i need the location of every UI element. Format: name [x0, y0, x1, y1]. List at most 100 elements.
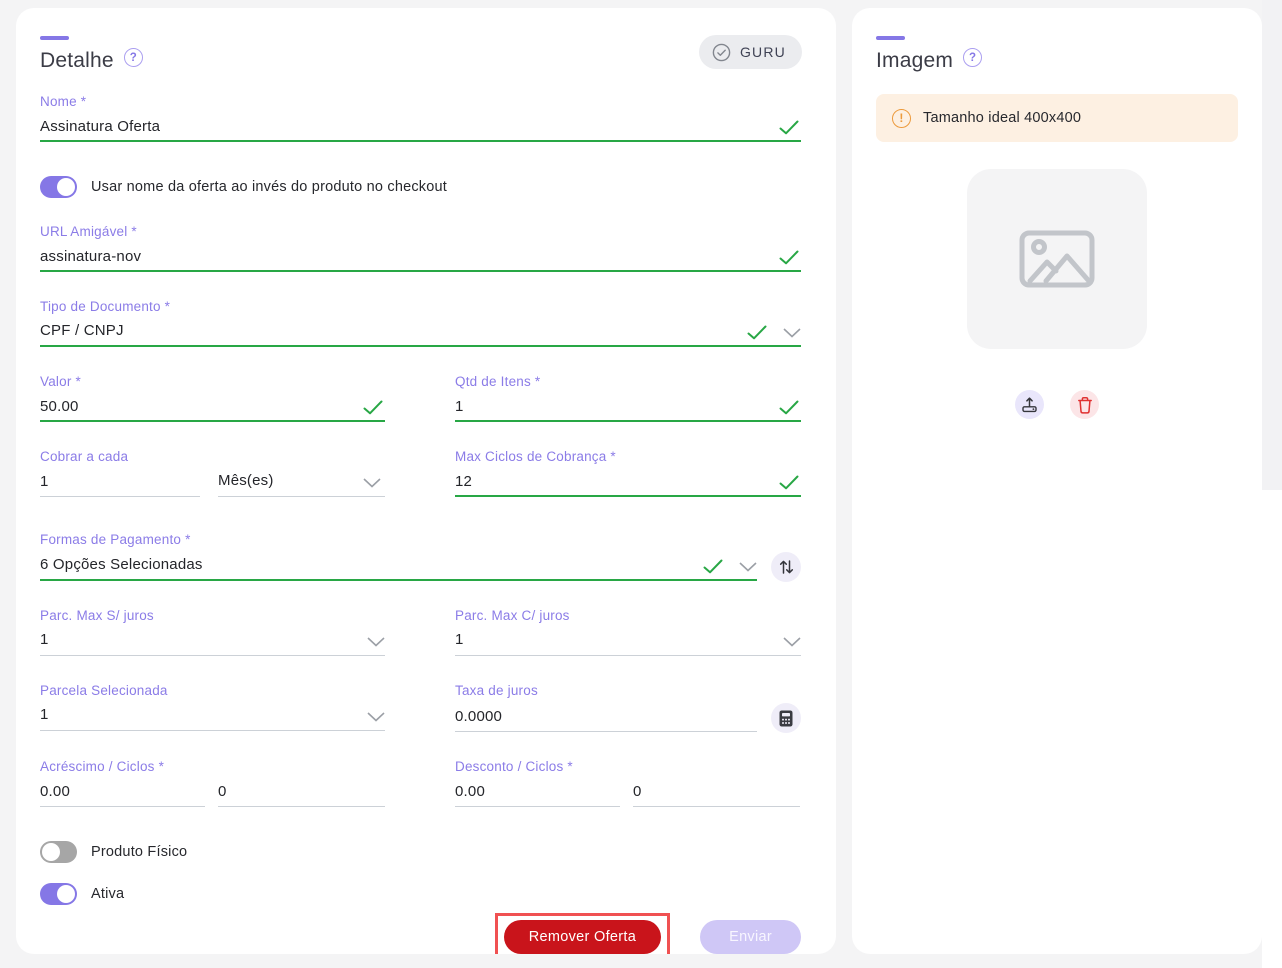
delete-image-button[interactable] [1070, 390, 1099, 419]
cobrar-a-cada-input[interactable] [40, 469, 200, 494]
field-formas-pagamento: Formas de Pagamento * 6 Opções Seleciona… [40, 532, 801, 581]
field-label: Tipo de Documento * [40, 299, 801, 314]
formas-pagamento-select[interactable]: 6 Opções Selecionadas [40, 553, 757, 581]
toggle-row-produto-fisico: Produto Físico [40, 841, 801, 863]
select-value: 1 [40, 703, 385, 728]
chevron-down-icon [739, 562, 757, 572]
toggle-knob [57, 885, 75, 903]
valid-check-icon [779, 120, 799, 135]
field-url-amigavel: URL Amigável * [40, 224, 801, 272]
valor-input[interactable] [40, 394, 385, 419]
image-placeholder-icon [1019, 230, 1095, 288]
detail-card: Detalhe ? GURU Nome * Usar nome da ofert… [16, 8, 836, 954]
field-nome: Nome * [40, 94, 801, 142]
valid-check-icon [363, 400, 383, 415]
toggle-knob [57, 178, 75, 196]
field-label: Parc. Max C/ juros [455, 608, 801, 623]
taxa-juros-input[interactable] [455, 704, 757, 729]
field-label: Taxa de juros [455, 683, 801, 698]
ativa-toggle[interactable] [40, 883, 77, 905]
max-ciclos-input[interactable] [455, 469, 801, 494]
toggle-knob [42, 843, 60, 861]
valid-check-icon [703, 559, 723, 574]
field-label: Formas de Pagamento * [40, 532, 801, 547]
field-label: Nome * [40, 94, 801, 109]
guru-badge-label: GURU [740, 44, 786, 60]
field-label: Acréscimo / Ciclos * [40, 759, 385, 774]
field-parc-max-com-juros: Parc. Max C/ juros 1 [455, 608, 801, 656]
field-valor: Valor * [40, 374, 385, 422]
url-amigavel-input[interactable] [40, 244, 801, 269]
qtd-itens-input[interactable] [455, 394, 801, 419]
enviar-button[interactable]: Enviar [700, 920, 801, 954]
select-value: 1 [40, 628, 385, 653]
scrollbar-thumb[interactable] [1262, 0, 1282, 490]
alert-text: Tamanho ideal 400x400 [923, 110, 1081, 126]
acrescimo-ciclos-input[interactable] [218, 779, 385, 804]
image-size-alert: ! Tamanho ideal 400x400 [876, 94, 1238, 142]
field-label: URL Amigável * [40, 224, 801, 239]
valid-check-icon [747, 325, 767, 340]
select-value: CPF / CNPJ [40, 319, 801, 344]
detail-card-title: Detalhe [40, 49, 114, 73]
chevron-down-icon [363, 478, 381, 488]
info-icon: ! [892, 109, 911, 128]
image-upload-placeholder[interactable] [967, 169, 1147, 349]
select-value: 6 Opções Selecionadas [40, 553, 757, 578]
field-parc-max-sem-juros: Parc. Max S/ juros 1 [40, 608, 385, 656]
toggle-row-usar-nome: Usar nome da oferta ao invés do produto … [40, 176, 801, 198]
check-circle-icon [712, 43, 731, 62]
acrescimo-valor-input[interactable] [40, 779, 205, 804]
field-label: Qtd de Itens * [455, 374, 801, 389]
help-icon[interactable]: ? [124, 48, 143, 67]
usar-nome-toggle[interactable] [40, 176, 77, 198]
calculate-interest-button[interactable] [771, 703, 801, 733]
valid-check-icon [779, 400, 799, 415]
field-label: Desconto / Ciclos * [455, 759, 801, 774]
desconto-valor-input[interactable] [455, 779, 620, 804]
chevron-down-icon [783, 328, 801, 338]
title-accent-dash [876, 36, 905, 40]
annotation-highlight-box: Remover Oferta [495, 913, 670, 954]
chevron-down-icon [367, 712, 385, 722]
image-card-title: Imagem [876, 49, 953, 73]
field-cobrar-a-cada: Cobrar a cada Mês(es) [40, 449, 385, 497]
toggle-label: Produto Físico [91, 844, 187, 860]
image-card: Imagem ? ! Tamanho ideal 400x400 [852, 8, 1262, 954]
toggle-row-ativa: Ativa [40, 883, 801, 905]
field-label: Parc. Max S/ juros [40, 608, 385, 623]
periodo-select[interactable]: Mês(es) [218, 469, 385, 497]
field-label: Max Ciclos de Cobrança * [455, 449, 801, 464]
calculator-icon [779, 710, 793, 727]
parc-max-com-juros-select[interactable]: 1 [455, 628, 801, 656]
chevron-down-icon [367, 637, 385, 647]
page-scrollbar[interactable] [1262, 0, 1282, 968]
field-parcela-selecionada: Parcela Selecionada 1 [40, 683, 385, 732]
help-icon[interactable]: ? [963, 48, 982, 67]
remover-oferta-button[interactable]: Remover Oferta [504, 920, 661, 954]
select-value: Mês(es) [218, 469, 385, 494]
field-qtd-itens: Qtd de Itens * [455, 374, 801, 422]
field-label: Parcela Selecionada [40, 683, 385, 698]
valid-check-icon [779, 250, 799, 265]
desconto-ciclos-input[interactable] [633, 779, 800, 804]
field-acrescimo-ciclos: Acréscimo / Ciclos * [40, 759, 385, 807]
toggle-label: Usar nome da oferta ao invés do produto … [91, 179, 447, 195]
field-label: Valor * [40, 374, 385, 389]
parcela-selecionada-select[interactable]: 1 [40, 703, 385, 731]
tipo-documento-select[interactable]: CPF / CNPJ [40, 319, 801, 347]
guru-badge: GURU [699, 35, 802, 69]
field-desconto-ciclos: Desconto / Ciclos * [455, 759, 801, 807]
valid-check-icon [779, 475, 799, 490]
upload-image-button[interactable] [1015, 390, 1044, 419]
sort-arrows-icon [779, 559, 794, 575]
chevron-down-icon [783, 637, 801, 647]
parc-max-sem-juros-select[interactable]: 1 [40, 628, 385, 656]
field-taxa-juros: Taxa de juros [455, 683, 801, 732]
sort-payment-methods-button[interactable] [771, 552, 801, 582]
nome-input[interactable] [40, 114, 801, 139]
field-max-ciclos: Max Ciclos de Cobrança * [455, 449, 801, 497]
produto-fisico-toggle[interactable] [40, 841, 77, 863]
select-value: 1 [455, 628, 801, 653]
field-label: Cobrar a cada [40, 449, 385, 464]
